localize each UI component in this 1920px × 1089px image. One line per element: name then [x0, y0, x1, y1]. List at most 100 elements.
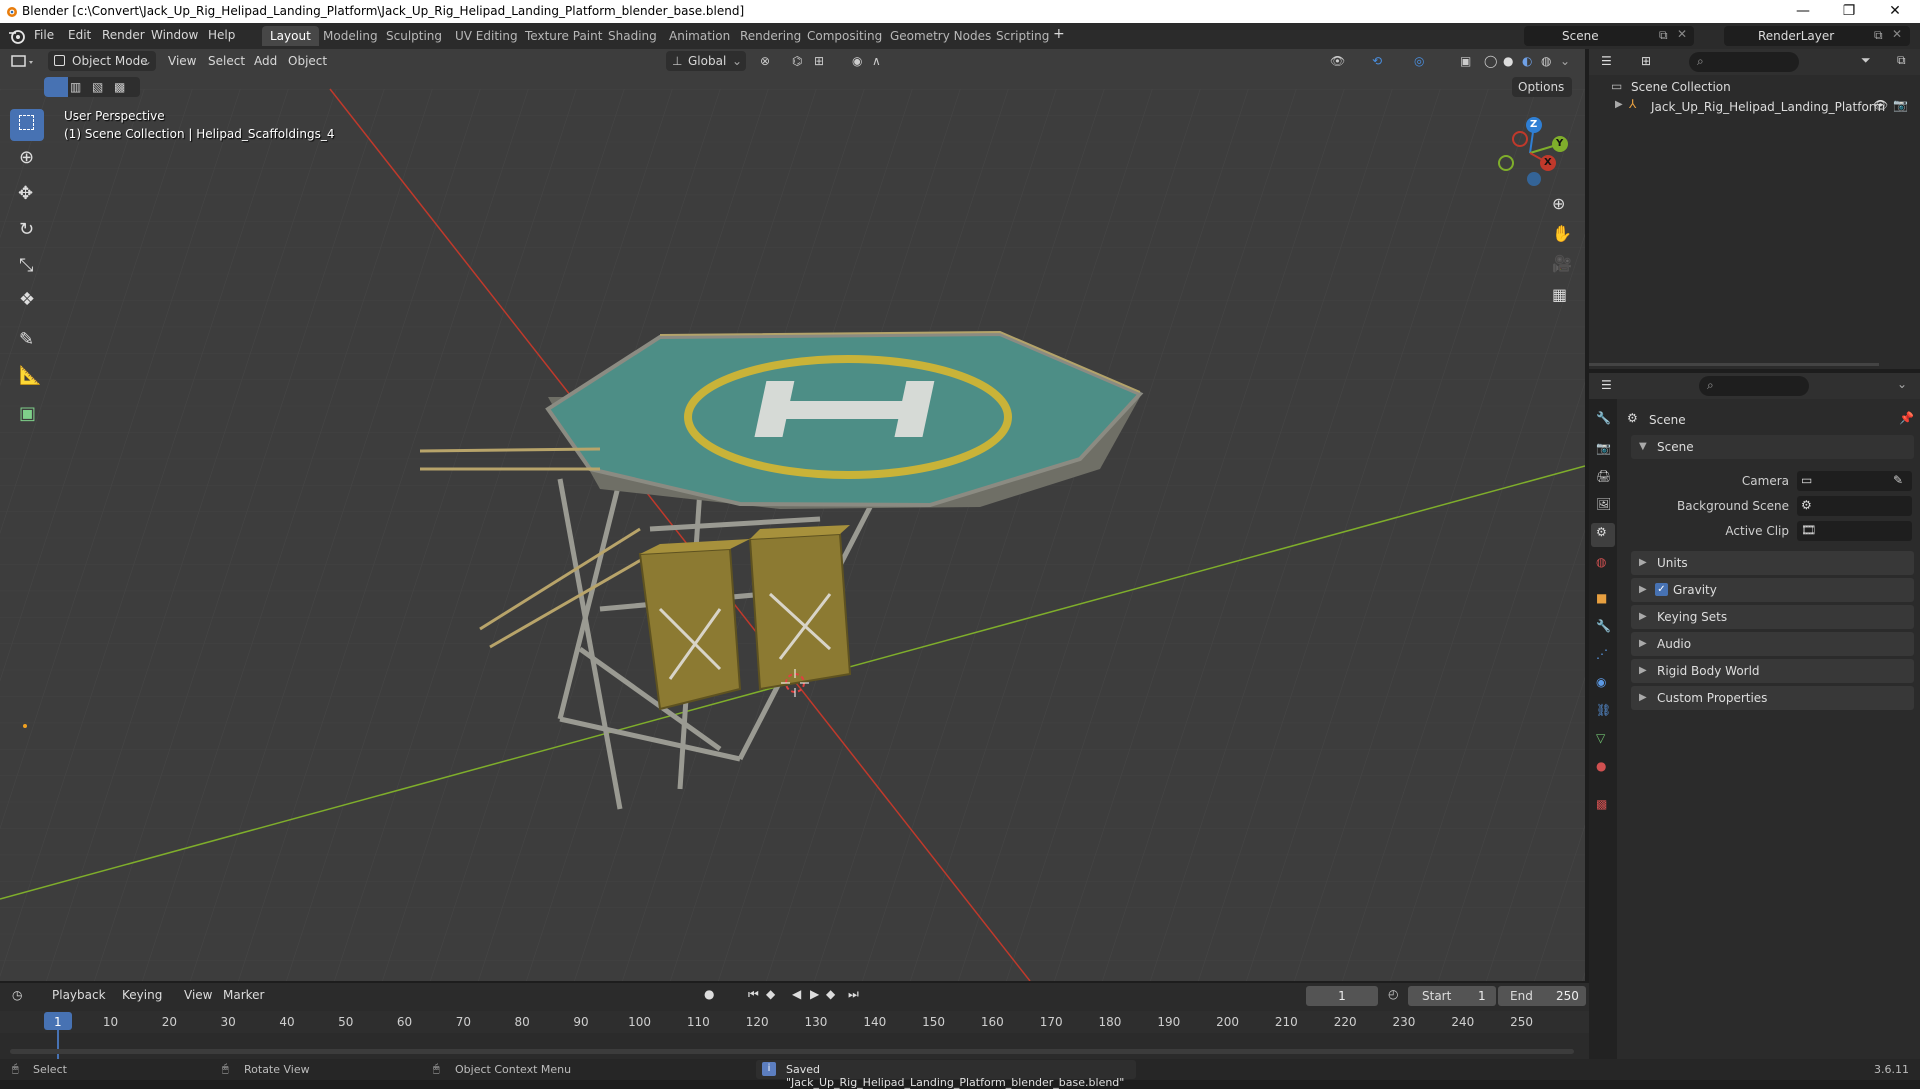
- workspace-tab-sculpting[interactable]: Sculpting: [378, 26, 450, 46]
- jump-start-icon[interactable]: ⏮: [748, 987, 759, 1002]
- blender-menu-icon[interactable]: [8, 28, 26, 44]
- select-subtract-icon[interactable]: ▧: [92, 80, 103, 94]
- menu-edit[interactable]: Edit: [68, 28, 91, 42]
- rotate-tool[interactable]: ↻: [10, 215, 44, 247]
- mode-selector[interactable]: Object Mode ⌄: [48, 51, 156, 71]
- add-cube-tool[interactable]: ▣: [10, 399, 44, 431]
- material-shading-icon[interactable]: ◐: [1522, 52, 1532, 70]
- snap-target-icon[interactable]: ⊞: [814, 52, 824, 70]
- visibility-icon[interactable]: 👁: [1330, 52, 1345, 70]
- keying-menu[interactable]: Keying: [122, 988, 162, 1002]
- marker-menu[interactable]: Marker: [223, 988, 264, 1002]
- workspace-tab-geometry-nodes[interactable]: Geometry Nodes: [882, 26, 999, 46]
- workspace-tab-texture-paint[interactable]: Texture Paint: [517, 26, 610, 46]
- workspace-tab-modeling[interactable]: Modeling: [315, 26, 386, 46]
- timeline-editor[interactable]: ◷ Playback Keying View Marker ● ⏮ ◆ ◀ ▶ …: [0, 983, 1589, 1059]
- scene-selector[interactable]: Scene ⧉ ✕: [1524, 26, 1694, 46]
- object-tab-icon[interactable]: ■: [1596, 591, 1607, 605]
- workspace-tab-scripting[interactable]: Scripting: [988, 26, 1057, 46]
- audio-section-header[interactable]: ▶ Audio: [1631, 632, 1914, 656]
- select-box-tool[interactable]: [10, 109, 44, 141]
- move-tool[interactable]: ✥: [10, 179, 44, 211]
- world-tab-icon[interactable]: ◍: [1596, 555, 1606, 569]
- timeline-scrollbar[interactable]: [10, 1049, 1574, 1054]
- xray-toggle-icon[interactable]: ▣: [1460, 52, 1471, 70]
- camera-field[interactable]: ▭ ✎: [1797, 471, 1912, 491]
- scene-tab[interactable]: ⚙: [1591, 523, 1615, 547]
- zoom-icon[interactable]: ⊕: [1552, 194, 1565, 213]
- material-tab-icon[interactable]: ●: [1596, 759, 1606, 773]
- prev-keyframe-icon[interactable]: ◆: [766, 987, 775, 1001]
- filter-icon[interactable]: ⏷: [1861, 53, 1871, 68]
- options-button[interactable]: Options: [1512, 77, 1572, 97]
- renderlayer-selector[interactable]: RenderLayer ⧉ ✕: [1724, 26, 1910, 46]
- delete-renderlayer-icon[interactable]: ✕: [1892, 27, 1902, 41]
- minimize-button[interactable]: —: [1780, 0, 1826, 23]
- timeline-view-menu[interactable]: View: [184, 988, 212, 1002]
- rendered-shading-icon[interactable]: ◍: [1541, 52, 1551, 70]
- gravity-checkbox[interactable]: ✓: [1655, 583, 1668, 596]
- timeline-editor-icon[interactable]: ◷: [12, 988, 22, 1002]
- tool-tab-icon[interactable]: 🔧: [1596, 411, 1611, 425]
- outliner-scrollbar[interactable]: [1589, 363, 1879, 366]
- constraints-tab-icon[interactable]: ⛓: [1596, 703, 1611, 717]
- workspace-tab-animation[interactable]: Animation: [661, 26, 738, 46]
- physics-tab-icon[interactable]: ◉: [1596, 675, 1606, 689]
- preview-range-icon[interactable]: ◴: [1388, 987, 1398, 1001]
- scene-section-header[interactable]: ▼ Scene: [1631, 435, 1914, 459]
- custom-properties-section-header[interactable]: ▶ Custom Properties: [1631, 686, 1914, 710]
- end-frame-field[interactable]: End 250: [1498, 986, 1586, 1006]
- wireframe-shading-icon[interactable]: ◯: [1484, 52, 1497, 70]
- solid-shading-icon[interactable]: ●: [1503, 52, 1513, 70]
- menu-render[interactable]: Render: [102, 28, 145, 42]
- close-button[interactable]: ✕: [1872, 0, 1918, 23]
- chevron-down-icon[interactable]: ⌄: [1897, 377, 1907, 391]
- start-frame-field[interactable]: Start 1: [1408, 986, 1496, 1006]
- select-intersect-icon[interactable]: ▩: [114, 80, 125, 94]
- shading-options-icon[interactable]: ⌄: [1560, 52, 1570, 70]
- gizmo-toggle-icon[interactable]: ⟲: [1372, 52, 1382, 70]
- render-camera-icon[interactable]: 📷: [1893, 98, 1908, 112]
- falloff-icon[interactable]: ∧: [872, 52, 881, 70]
- transform-tool[interactable]: ❖: [10, 285, 44, 317]
- play-icon[interactable]: ▶: [810, 987, 819, 1001]
- overlay-toggle-icon[interactable]: ◎: [1414, 52, 1424, 70]
- pivot-point-icon[interactable]: ⊗: [760, 52, 770, 70]
- properties-panel[interactable]: ☰ ⌕ ⌄ 🔧 📷 🖨 🖼 ⚙ ◍ ■ 🔧 ⋰ ◉ ⛓ ▽ ● ▩ ⚙ Scen…: [1589, 373, 1920, 1059]
- play-reverse-icon[interactable]: ◀: [792, 987, 801, 1001]
- add-menu[interactable]: Add: [254, 52, 277, 70]
- particles-tab-icon[interactable]: ⋰: [1596, 647, 1608, 661]
- current-frame-field[interactable]: 1: [1306, 986, 1378, 1006]
- new-scene-icon[interactable]: ⧉: [1659, 28, 1668, 43]
- gravity-section-header[interactable]: ▶ ✓ Gravity: [1631, 578, 1914, 602]
- select-extend-icon[interactable]: ▥: [70, 80, 81, 94]
- transform-orientation-selector[interactable]: ⊥ Global ⌄: [666, 51, 746, 71]
- workspace-tab-shading[interactable]: Shading: [600, 26, 665, 46]
- properties-search-input[interactable]: ⌕: [1699, 376, 1809, 396]
- active-clip-field[interactable]: 🎞: [1797, 521, 1912, 541]
- camera-view-icon[interactable]: 🎥: [1552, 254, 1572, 273]
- maximize-button[interactable]: ❐: [1826, 0, 1872, 23]
- light-origin-icon[interactable]: [23, 724, 27, 728]
- expand-arrow-icon[interactable]: ▶: [1615, 99, 1623, 110]
- select-new-icon[interactable]: [44, 77, 68, 97]
- proportional-editing-icon[interactable]: ◉: [852, 52, 862, 70]
- workspace-tab-layout[interactable]: Layout: [262, 26, 319, 46]
- new-collection-icon[interactable]: ⧉: [1897, 53, 1906, 68]
- properties-editor-icon[interactable]: ☰: [1601, 378, 1612, 392]
- snap-icon[interactable]: ⌬: [792, 52, 802, 70]
- background-scene-field[interactable]: ⚙: [1797, 496, 1912, 516]
- auto-keying-icon[interactable]: ●: [704, 987, 714, 1001]
- data-tab-icon[interactable]: ▽: [1596, 731, 1605, 745]
- playback-menu[interactable]: Playback: [52, 988, 106, 1002]
- menu-help[interactable]: Help: [208, 28, 235, 42]
- outliner-row[interactable]: ▶ ⅄ Jack_Up_Rig_Helipad_Landing_Platform…: [1589, 97, 1920, 117]
- display-mode-icon[interactable]: ⊞: [1641, 54, 1651, 68]
- delete-scene-icon[interactable]: ✕: [1677, 27, 1687, 41]
- workspace-tab-rendering[interactable]: Rendering: [732, 26, 809, 46]
- visibility-eye-icon[interactable]: 👁: [1873, 98, 1888, 112]
- menu-file[interactable]: File: [34, 28, 54, 42]
- pin-icon[interactable]: 📌: [1899, 411, 1914, 425]
- cursor-tool[interactable]: ⊕: [10, 143, 44, 175]
- render-tab-icon[interactable]: 📷: [1596, 441, 1611, 455]
